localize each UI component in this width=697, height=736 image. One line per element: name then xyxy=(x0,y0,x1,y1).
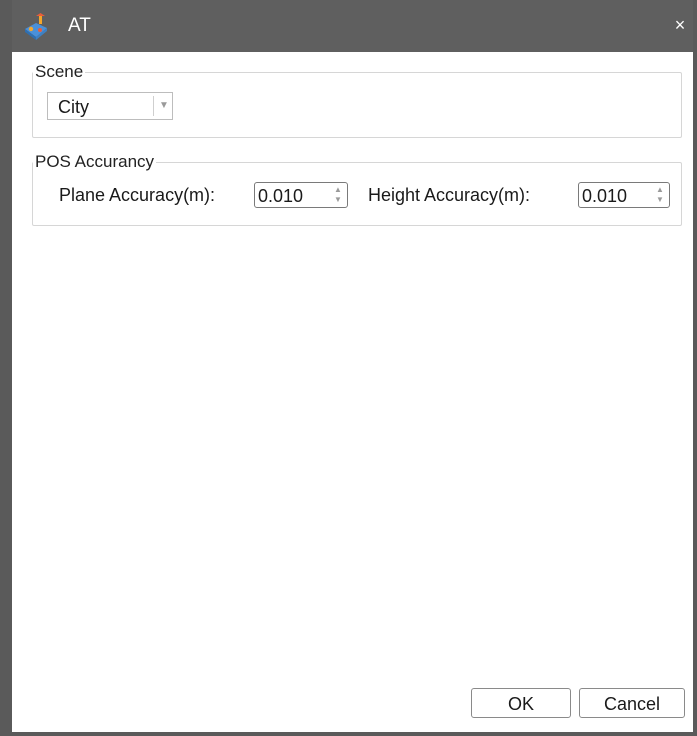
ok-button[interactable]: OK xyxy=(471,688,571,718)
scene-legend: Scene xyxy=(35,62,84,81)
close-icon[interactable]: × xyxy=(671,14,689,36)
scene-selected-value: City xyxy=(58,97,89,117)
at-dialog: AT × Scene City ▼ POS Accurancy Plane Ac… xyxy=(0,0,697,736)
dialog-content: Scene City ▼ POS Accurancy Plane Accurac… xyxy=(12,52,693,732)
height-accuracy-spinbox[interactable]: 0.010 ▲ ▼ xyxy=(578,182,670,208)
plane-accuracy-stepper[interactable]: ▲ ▼ xyxy=(333,184,343,206)
chevron-down-icon[interactable]: ▼ xyxy=(158,97,170,115)
scene-combobox[interactable]: City ▼ xyxy=(47,92,173,120)
title-bar[interactable]: AT × xyxy=(0,0,697,52)
window-frame-right xyxy=(693,0,697,736)
plane-accuracy-label: Plane Accuracy(m): xyxy=(59,185,216,205)
height-accuracy-value: 0.010 xyxy=(582,186,628,206)
window-title: AT xyxy=(68,15,91,36)
height-accuracy-stepper[interactable]: ▲ ▼ xyxy=(655,184,665,206)
plane-accuracy-spinbox[interactable]: 0.010 ▲ ▼ xyxy=(254,182,348,208)
app-icon xyxy=(25,13,47,40)
cancel-button[interactable]: Cancel xyxy=(579,688,685,718)
spin-down-icon[interactable]: ▼ xyxy=(655,194,665,205)
combo-divider xyxy=(153,96,154,116)
height-accuracy-label: Height Accuracy(m): xyxy=(368,185,531,205)
pos-accuracy-legend: POS Accurancy xyxy=(35,152,155,171)
spin-down-icon[interactable]: ▼ xyxy=(333,194,343,205)
window-frame-bottom xyxy=(0,732,697,736)
window-frame-left xyxy=(0,0,12,736)
plane-accuracy-value: 0.010 xyxy=(258,186,304,206)
